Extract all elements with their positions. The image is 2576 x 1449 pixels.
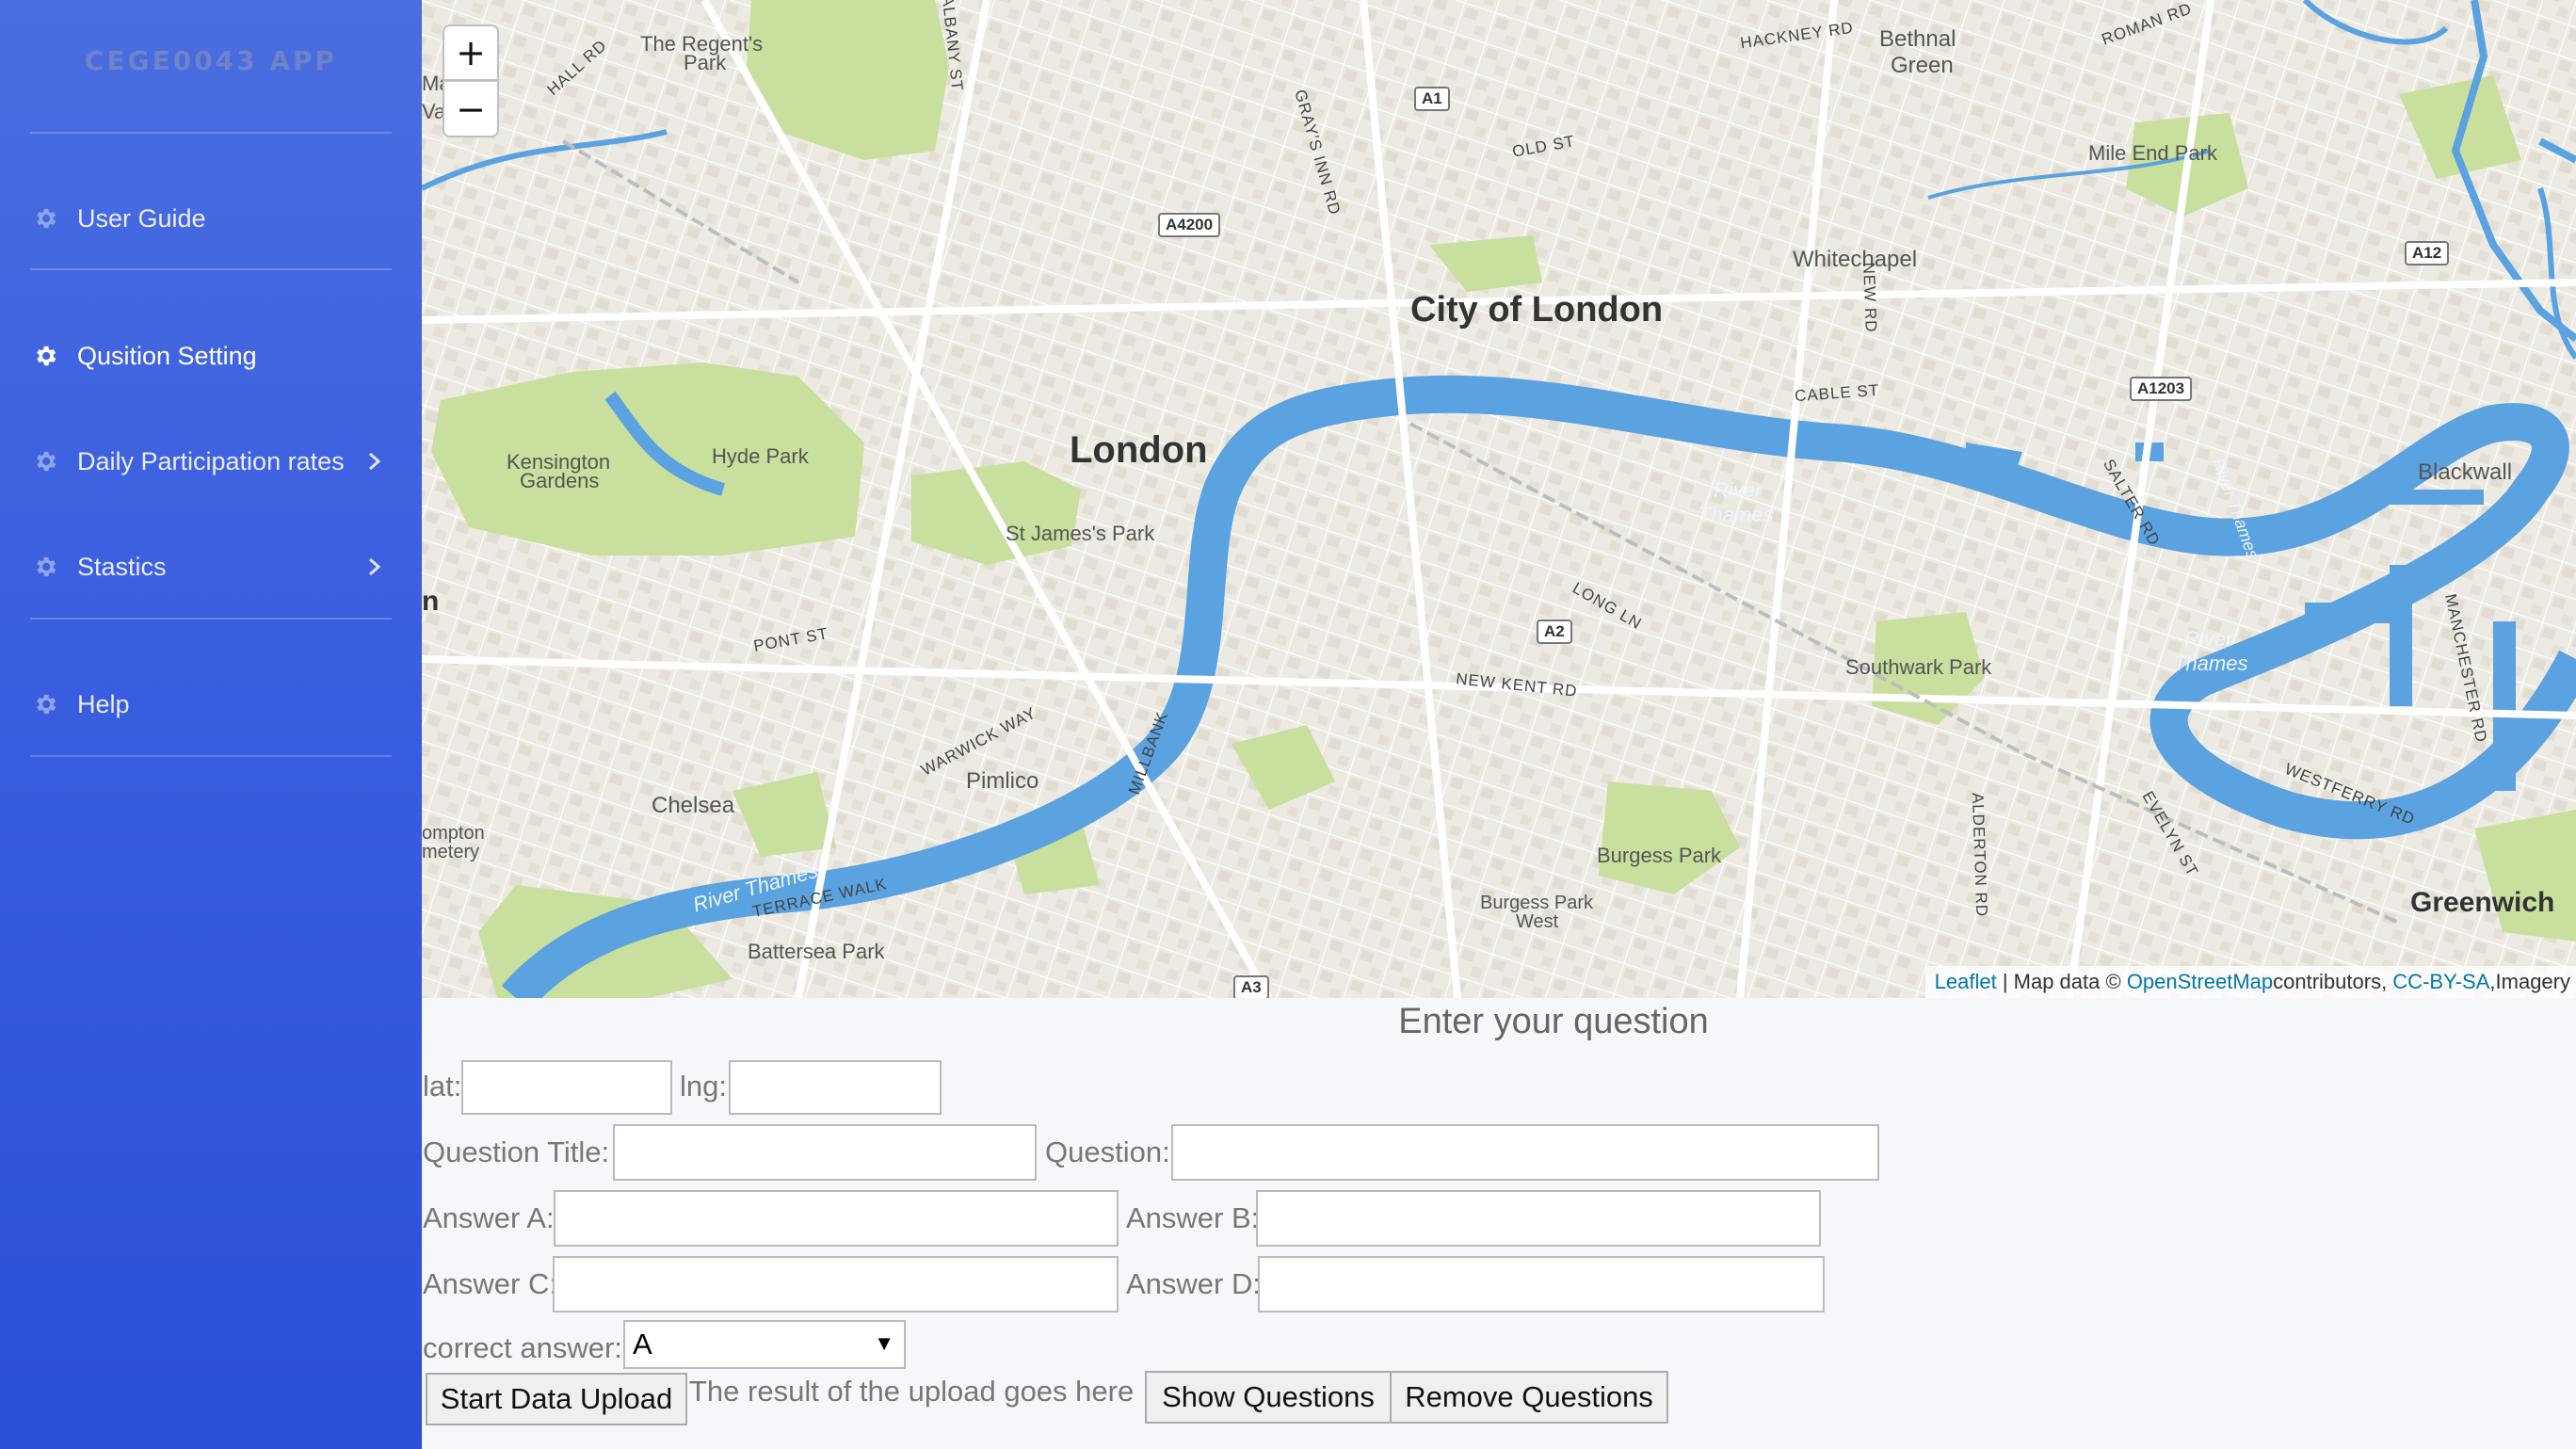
answer-d-label: Answer D: [1126, 1267, 1261, 1300]
question-title-label: Question Title: [423, 1135, 610, 1168]
gear-icon [32, 205, 58, 232]
sidebar-item-question-setting[interactable]: Qusition Setting [0, 328, 422, 384]
sidebar: CEGE0043 APP User Guide Qusition Setting… [0, 0, 422, 1449]
map-label: Whitechapel [1793, 247, 1918, 272]
map-label: Bethnal [1879, 26, 1956, 52]
question-label: Question: [1045, 1135, 1170, 1168]
map-label: River [1714, 478, 1763, 502]
sidebar-item-help[interactable]: Help [0, 676, 422, 733]
map-label: metery [422, 842, 480, 862]
answer-c-input[interactable] [553, 1256, 1119, 1312]
road-shield: A1 [1414, 87, 1450, 111]
map-label: St James's Park [1006, 522, 1155, 545]
map-label: Greenwich [2410, 887, 2555, 918]
remove-questions-button[interactable]: Remove Questions [1390, 1371, 1668, 1424]
map-label: Thames [2173, 652, 2248, 675]
sidebar-divider [30, 618, 392, 620]
dropdown-arrow-icon: ▼ [874, 1331, 894, 1355]
road-shield: A4200 [1158, 213, 1221, 237]
road-shield: A3 [1233, 975, 1269, 998]
sidebar-divider [30, 268, 392, 270]
gear-icon [32, 448, 58, 475]
lng-label: lng: [680, 1070, 727, 1103]
map-label: Pimlico [966, 768, 1039, 794]
sidebar-item-daily-participation[interactable]: Daily Participation rates [0, 433, 422, 490]
map-label: NEW RD [1860, 262, 1880, 333]
sidebar-item-user-guide[interactable]: User Guide [0, 190, 422, 247]
leaflet-link[interactable]: Leaflet [1935, 970, 1997, 993]
sidebar-item-label: User Guide [77, 203, 206, 233]
correct-answer-value: A [633, 1328, 652, 1360]
osm-link[interactable]: OpenStreetMap [2127, 970, 2273, 993]
correct-answer-label: correct answer: [423, 1331, 622, 1364]
attribution-text: ,Imagery [2489, 970, 2570, 993]
sidebar-item-label: Qusition Setting [77, 341, 257, 370]
attribution-text: contributors, [2273, 970, 2393, 993]
attribution-text: | Map data © [1996, 970, 2127, 993]
zoom-in-button[interactable]: + [443, 24, 499, 81]
show-questions-button[interactable]: Show Questions [1145, 1371, 1392, 1424]
answer-b-input[interactable] [1256, 1190, 1821, 1247]
answer-b-label: Answer B: [1126, 1201, 1260, 1234]
sidebar-item-label: Daily Participation rates [77, 446, 345, 475]
sidebar-divider [30, 755, 392, 757]
license-link[interactable]: CC-BY-SA [2392, 970, 2489, 993]
map[interactable]: The Regent's Park London City of London … [422, 0, 2576, 998]
map-label: Thames [1699, 503, 1774, 526]
map-label: River [2184, 627, 2233, 651]
road-shield: A12 [2405, 241, 2450, 266]
question-title-input[interactable] [613, 1124, 1037, 1181]
road-shield: A2 [1537, 620, 1572, 644]
correct-answer-select[interactable]: A ▼ [623, 1320, 906, 1369]
lat-input[interactable] [461, 1060, 672, 1115]
map-label: London [1070, 429, 1208, 471]
map-label: Burgess Park [1597, 844, 1722, 867]
chevron-right-icon [365, 450, 384, 473]
map-tiles [422, 0, 2576, 998]
map-label: Hyde Park [712, 444, 809, 468]
map-label: Mile End Park [2088, 141, 2217, 165]
road-shield: A1203 [2130, 377, 2193, 401]
lat-label: lat: [423, 1070, 462, 1103]
map-label: Park [684, 51, 727, 74]
sidebar-item-label: Stastics [77, 552, 167, 581]
sidebar-divider [30, 132, 392, 134]
map-label: Blackwall [2418, 459, 2513, 485]
map-label: Green [1891, 53, 1954, 78]
answer-c-label: Answer C: [423, 1267, 557, 1300]
map-label: Southwark Park [1845, 655, 1992, 679]
upload-result-text: The result of the upload goes here [689, 1375, 1135, 1408]
question-input[interactable] [1171, 1124, 1879, 1181]
sidebar-item-label: Help [77, 689, 130, 718]
app-brand: CEGE0043 APP [84, 45, 338, 76]
answer-a-label: Answer A: [423, 1201, 555, 1234]
form-title: Enter your question [1398, 1002, 1709, 1041]
chevron-right-icon [365, 555, 384, 578]
map-label: West [1516, 911, 1559, 932]
zoom-out-button[interactable]: − [443, 81, 499, 137]
answer-d-input[interactable] [1258, 1256, 1825, 1312]
start-upload-button[interactable]: Start Data Upload [426, 1373, 687, 1425]
map-label: Battersea Park [748, 940, 885, 963]
map-label: Chelsea [652, 793, 735, 818]
gear-icon [32, 343, 58, 369]
sidebar-item-statistics[interactable]: Stastics [0, 539, 422, 595]
answer-a-input[interactable] [554, 1190, 1119, 1247]
map-attribution: Leaflet | Map data © OpenStreetMapcontri… [1924, 966, 2576, 998]
gear-icon [32, 554, 58, 580]
gear-icon [32, 691, 58, 717]
map-label: n [422, 586, 440, 617]
map-label: City of London [1410, 290, 1664, 330]
lng-input[interactable] [729, 1060, 942, 1115]
map-label: Gardens [520, 469, 600, 492]
